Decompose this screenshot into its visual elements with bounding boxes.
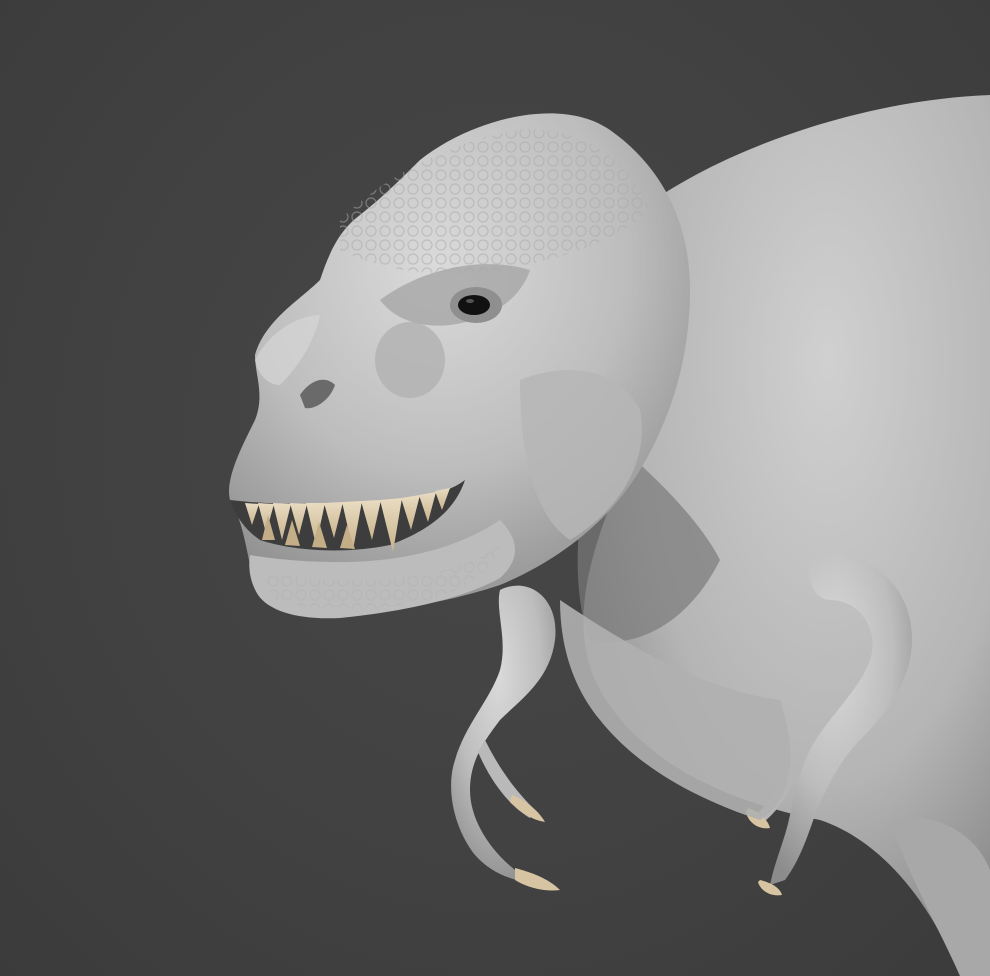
cheek	[375, 322, 445, 398]
eye-highlight	[466, 299, 474, 303]
left-arm	[451, 585, 556, 882]
left-claw-upper	[510, 795, 545, 822]
right-claw-lower	[758, 880, 782, 896]
left-claw-lower	[515, 868, 560, 891]
eye	[458, 295, 490, 315]
sculpt-viewport[interactable]	[0, 0, 990, 976]
dinosaur-render	[229, 95, 990, 976]
